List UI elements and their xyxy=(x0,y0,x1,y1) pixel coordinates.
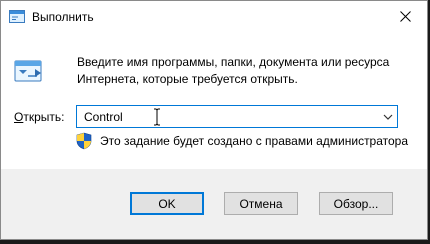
description-text: Введите имя программы, папки, документа … xyxy=(77,55,390,86)
close-icon xyxy=(399,11,411,22)
open-input[interactable]: Control xyxy=(84,110,123,124)
chevron-down-icon[interactable] xyxy=(383,112,393,122)
run-dialog: Выполнить Введите имя программы, папки, … xyxy=(0,0,428,240)
open-label-accesskey: О xyxy=(14,110,24,124)
window-title: Выполнить xyxy=(32,10,94,24)
dialog-content: Введите имя программы, папки, документа … xyxy=(1,32,427,169)
button-bar: OK Отмена Обзор... xyxy=(1,169,427,239)
admin-note: Это задание будет создано с правами адми… xyxy=(100,134,409,148)
browse-button[interactable]: Обзор... xyxy=(319,192,393,215)
text-cursor-icon xyxy=(154,108,160,126)
ok-button[interactable]: OK xyxy=(130,192,204,215)
open-label-text: ткрыть: xyxy=(23,110,65,124)
shield-icon xyxy=(76,132,92,150)
close-button[interactable] xyxy=(383,1,427,32)
open-combobox[interactable]: Control xyxy=(76,105,398,128)
title-bar[interactable]: Выполнить xyxy=(1,1,427,32)
open-label: Открыть: xyxy=(14,110,64,124)
run-icon xyxy=(9,10,25,23)
cancel-button[interactable]: Отмена xyxy=(224,192,298,215)
run-icon xyxy=(14,60,42,82)
